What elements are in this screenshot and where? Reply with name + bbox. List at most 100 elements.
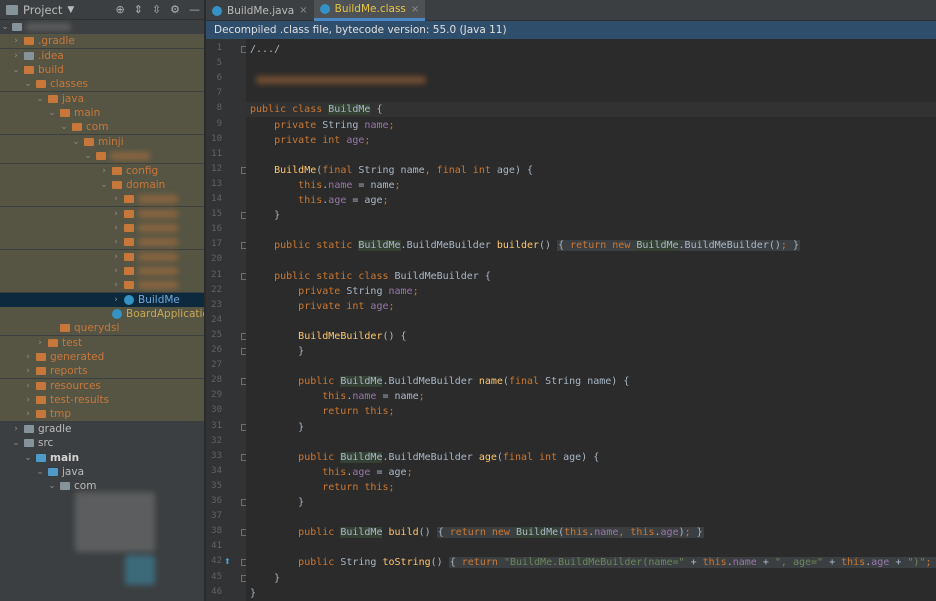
code-line[interactable]: BuildMeBuilder() {	[250, 329, 406, 344]
code-line[interactable]: }	[250, 571, 280, 586]
tree-row[interactable]: ›	[0, 207, 204, 221]
chevron-down-icon[interactable]: ⌄	[59, 120, 69, 134]
chevron-down-icon[interactable]: ⌄	[99, 178, 109, 192]
chevron-right-icon[interactable]: ›	[11, 34, 21, 48]
chevron-right-icon[interactable]: ›	[11, 422, 21, 436]
override-method-icon[interactable]: ⬆	[224, 557, 231, 566]
tree-row[interactable]: ›	[0, 250, 204, 264]
chevron-right-icon[interactable]: ›	[111, 264, 121, 278]
tree-row[interactable]: › test-results	[0, 393, 204, 407]
editor-tab[interactable]: BuildMe.class ×	[313, 0, 426, 21]
chevron-down-icon[interactable]: ⌄	[47, 479, 57, 493]
tree-row[interactable]: ⌄	[0, 149, 204, 163]
chevron-right-icon[interactable]: ›	[11, 49, 21, 63]
close-icon[interactable]: ×	[411, 4, 419, 15]
chevron-down-icon[interactable]: ⌄	[11, 436, 21, 450]
chevron-down-icon[interactable]: ⌄	[35, 465, 45, 479]
chevron-right-icon[interactable]: ›	[99, 164, 109, 178]
minimize-icon[interactable]: —	[189, 3, 200, 16]
tree-row[interactable]: ⌄ domain	[0, 178, 204, 192]
chevron-right-icon[interactable]: ›	[111, 250, 121, 264]
tree-row[interactable]: › gradle	[0, 422, 204, 436]
chevron-right-icon[interactable]: ›	[23, 393, 33, 407]
chevron-right-icon[interactable]: ›	[111, 235, 121, 249]
code-line[interactable]: this.age = age;	[250, 465, 412, 480]
tree-row[interactable]: ⌄ main	[0, 451, 204, 465]
code-line[interactable]: this.name = name;	[250, 178, 400, 193]
tree-row[interactable]: › BuildMe	[0, 293, 204, 307]
tree-row[interactable]: ⌄ build	[0, 63, 204, 77]
code-line[interactable]: this.name = name;	[250, 389, 424, 404]
chevron-right-icon[interactable]: ›	[111, 207, 121, 221]
chevron-down-icon[interactable]: ⌄	[71, 135, 81, 149]
chevron-right-icon[interactable]: ›	[111, 293, 121, 307]
editor-tab[interactable]: BuildMe.java ×	[206, 0, 314, 21]
code-line[interactable]: private String name;	[250, 118, 394, 133]
tree-row[interactable]: › .gradle	[0, 34, 204, 48]
code-line[interactable]: public BuildMe build() { return new Buil…	[250, 525, 704, 540]
tree-row[interactable]: ⌄ com	[0, 120, 204, 134]
tree-row[interactable]: querydsl	[0, 321, 204, 335]
tree-row[interactable]: ›	[0, 235, 204, 249]
tree-row[interactable]: › generated	[0, 350, 204, 364]
crosshair-icon[interactable]: ⊕	[115, 3, 124, 16]
code-line[interactable]: }	[250, 208, 280, 223]
code-line[interactable]: }	[250, 420, 304, 435]
chevron-down-icon[interactable]: ⌄	[83, 149, 93, 163]
chevron-right-icon[interactable]: ›	[23, 379, 33, 393]
tree-row[interactable]: BoardApplication	[0, 307, 204, 321]
code-line[interactable]: }	[250, 586, 256, 601]
code-line[interactable]: private int age;	[250, 133, 370, 148]
code-line[interactable]: private int age;	[250, 299, 394, 314]
chevron-right-icon[interactable]: ›	[111, 221, 121, 235]
tree-row[interactable]: ›	[0, 278, 204, 292]
code-line[interactable]: public String toString() { return "Build…	[250, 555, 936, 570]
chevron-right-icon[interactable]: ›	[111, 278, 121, 292]
chevron-right-icon[interactable]: ›	[35, 336, 45, 350]
tree-row[interactable]: ⌄ minji	[0, 135, 204, 149]
tree-row[interactable]: › tmp	[0, 407, 204, 421]
code-line[interactable]: private String name;	[250, 284, 418, 299]
chevron-right-icon[interactable]: ›	[23, 407, 33, 421]
gear-icon[interactable]: ⚙	[170, 3, 180, 16]
tree-row[interactable]: › resources	[0, 379, 204, 393]
code-line[interactable]: public static BuildMe.BuildMeBuilder bui…	[250, 238, 800, 253]
tree-row[interactable]: › config	[0, 164, 204, 178]
code-line[interactable]: return this;	[250, 480, 394, 495]
code-line[interactable]: public class BuildMe {	[246, 102, 936, 117]
chevron-right-icon[interactable]: ›	[23, 350, 33, 364]
expand-all-icon[interactable]: ⇕	[134, 3, 143, 16]
tree-row[interactable]: ⌄ com	[0, 479, 204, 493]
close-icon[interactable]: ×	[299, 5, 307, 16]
tree-root-row[interactable]: ⌄	[0, 20, 204, 34]
code-line[interactable]: }	[250, 495, 304, 510]
triangle-down-icon[interactable]: ▼	[67, 5, 74, 15]
code-editor[interactable]: /.../ public class BuildMe { private Stri…	[246, 39, 936, 601]
code-line[interactable]: public static class BuildMeBuilder {	[250, 269, 491, 284]
code-line[interactable]: this.age = age;	[250, 193, 388, 208]
code-line[interactable]: public BuildMe.BuildMeBuilder name(final…	[250, 374, 629, 389]
tree-row[interactable]: ⌄ classes	[0, 77, 204, 91]
tree-row[interactable]: ›	[0, 264, 204, 278]
collapse-all-icon[interactable]: ⇳	[152, 3, 161, 16]
chevron-down-icon[interactable]: ⌄	[35, 92, 45, 106]
chevron-right-icon[interactable]: ›	[23, 364, 33, 378]
tree-row[interactable]: ›	[0, 221, 204, 235]
tree-row[interactable]: › .idea	[0, 49, 204, 63]
code-line[interactable]: /.../	[250, 42, 280, 57]
code-line[interactable]: public BuildMe.BuildMeBuilder age(final …	[250, 450, 599, 465]
project-panel-title[interactable]: Project	[23, 3, 62, 17]
code-line[interactable]: BuildMe(final String name, final int age…	[250, 163, 533, 178]
chevron-down-icon[interactable]: ⌄	[11, 63, 21, 77]
chevron-down-icon[interactable]: ⌄	[47, 106, 57, 120]
tree-row[interactable]: › test	[0, 336, 204, 350]
code-line[interactable]: return this;	[250, 404, 394, 419]
tree-row[interactable]: ›	[0, 192, 204, 206]
code-line[interactable]: }	[250, 344, 304, 359]
tree-row[interactable]: ⌄ src	[0, 436, 204, 450]
chevron-right-icon[interactable]: ›	[111, 192, 121, 206]
tree-row[interactable]: ⌄ java	[0, 92, 204, 106]
chevron-down-icon[interactable]: ⌄	[0, 20, 10, 34]
chevron-down-icon[interactable]: ⌄	[23, 77, 33, 91]
tree-row[interactable]: ⌄ main	[0, 106, 204, 120]
